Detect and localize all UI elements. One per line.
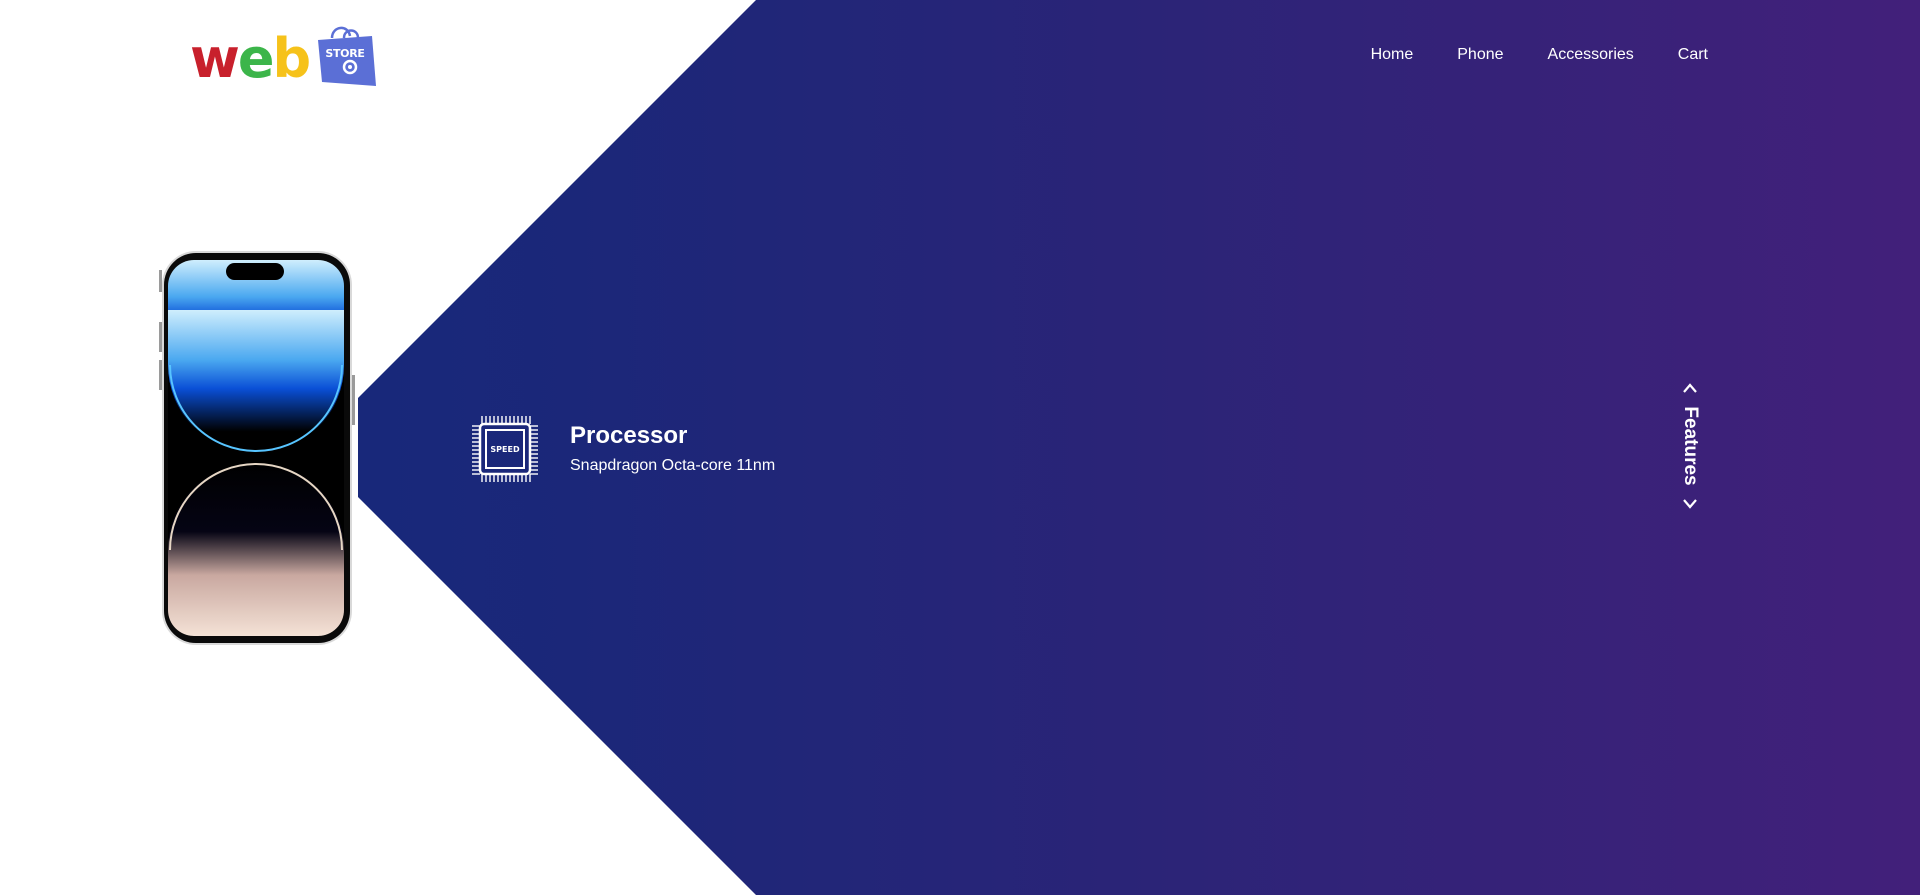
main-nav: Home Phone Accessories Cart [1371,46,1708,64]
phone-image [159,251,355,645]
processor-chip-icon: SPEED [472,416,538,482]
logo-letter-b: b [272,27,312,90]
nav-item-accessories[interactable]: Accessories [1548,46,1634,64]
feature-item: SPEED Processor Snapdragon Octa-core 11n… [470,414,775,484]
nav-item-cart[interactable]: Cart [1678,46,1708,64]
store-logo[interactable]: web STORE [190,20,376,88]
chevron-up-icon[interactable] [1682,382,1698,394]
nav-item-phone[interactable]: Phone [1457,46,1503,64]
features-label: Features [1680,406,1701,486]
feature-text: Processor Snapdragon Octa-core 11nm [570,421,776,475]
logo-bag-text: STORE [325,47,365,60]
chevron-down-icon[interactable] [1682,498,1698,510]
logo-letter-w: w [190,27,240,90]
feature-description: Snapdragon Octa-core 11nm [570,457,776,475]
chip-icon-text: SPEED [490,445,520,454]
logo-wordmark: web [190,32,311,86]
page: web STORE Home Phone Accessories Cart SP… [0,0,1920,895]
logo-letter-e: e [237,27,275,90]
features-carousel-control: Features [1675,382,1705,510]
feature-title: Processor [570,421,688,449]
nav-item-home[interactable]: Home [1371,46,1414,64]
